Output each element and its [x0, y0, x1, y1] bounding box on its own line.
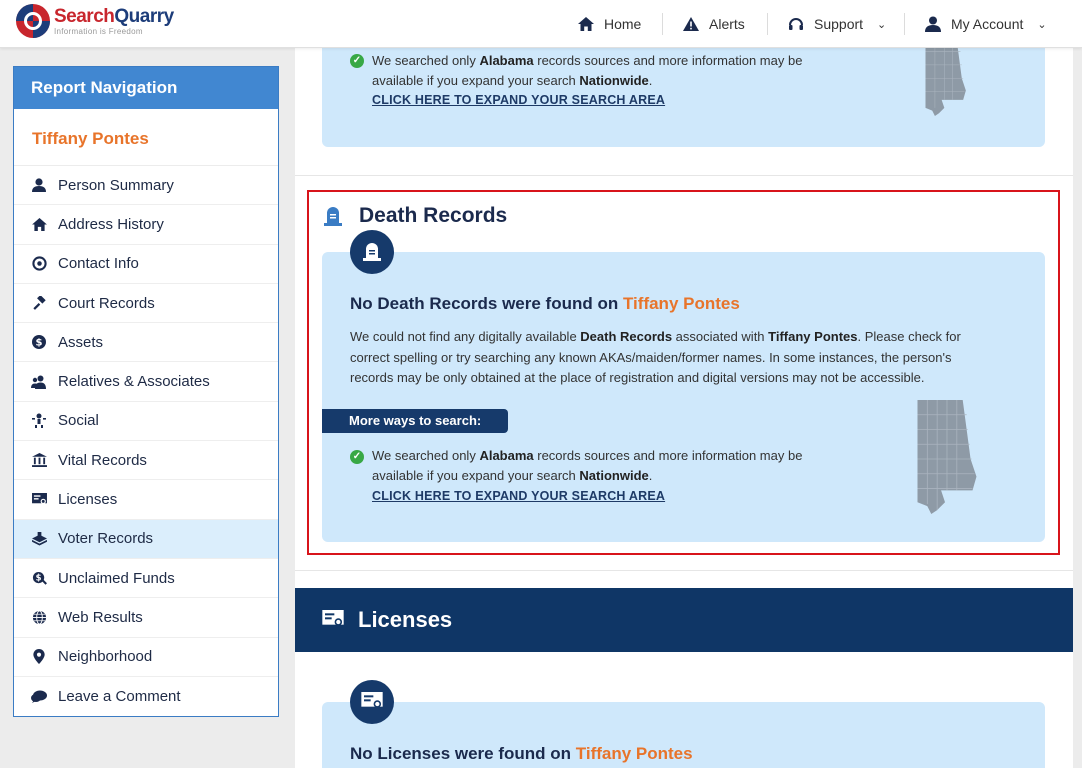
home-icon [578, 17, 594, 31]
comment-icon [30, 688, 48, 706]
sidebar-person-name[interactable]: Tiffany Pontes [14, 109, 278, 166]
chevron-down-icon: ⌄ [1037, 18, 1047, 31]
home-icon [30, 215, 48, 233]
sidebar-item-person-summary[interactable]: Person Summary [14, 166, 278, 206]
alert-icon [683, 17, 699, 31]
licenses-badge-icon [350, 680, 394, 724]
svg-text:$: $ [35, 572, 41, 582]
sidebar-item-label: Address History [58, 215, 164, 233]
sidebar-item-court-records[interactable]: Court Records [14, 284, 278, 324]
nav-support-label: Support [814, 16, 864, 32]
sidebar-item-contact-info[interactable]: Contact Info [14, 245, 278, 284]
user-icon [925, 16, 941, 32]
licenses-heading: No Licenses were found on Tiffany Pontes [350, 744, 693, 763]
sidebar-item-address-history[interactable]: Address History [14, 205, 278, 245]
report-navigation-sidebar: Report Navigation Tiffany Pontes Person … [13, 66, 279, 717]
certificate-icon [30, 491, 48, 509]
sidebar-item-label: Vital Records [58, 451, 147, 469]
logo-tagline: Information is Freedom [54, 26, 143, 36]
sidebar-item-voter-records[interactable]: Voter Records [14, 519, 278, 559]
nav-support[interactable]: Support ⌄ [788, 0, 886, 48]
sidebar-item-label: Court Records [58, 294, 155, 312]
sidebar-item-label: Leave a Comment [58, 688, 181, 705]
licenses-card: No Licenses were found on Tiffany Pontes [322, 702, 1045, 768]
globe-icon [30, 608, 48, 626]
sidebar-item-label: Neighborhood [58, 648, 153, 666]
at-phone-icon [30, 255, 48, 273]
dollar-icon: $ [30, 333, 48, 351]
check-icon: ✓ [350, 54, 364, 68]
chevron-down-icon: ⌄ [877, 18, 887, 31]
sidebar-item-label: Voter Records [58, 530, 154, 548]
nav-account-label: My Account [951, 16, 1024, 32]
expand-search-link[interactable]: CLICK HERE TO EXPAND YOUR SEARCH AREA [372, 93, 665, 107]
headset-icon [789, 17, 803, 30]
certificate-icon [322, 610, 344, 626]
report-main-content: ✓ We searched only Alabama records sourc… [295, 48, 1073, 768]
sidebar-item-unclaimed-funds[interactable]: $ Unclaimed Funds [14, 559, 278, 599]
highlight-box [307, 190, 1060, 555]
sidebar-item-label: Person Summary [58, 176, 174, 194]
alabama-map-icon [925, 48, 966, 116]
licenses-section-title: Licenses [358, 607, 453, 632]
search-area-card: ✓ We searched only Alabama records sourc… [322, 48, 1045, 147]
sidebar-item-relatives-associates[interactable]: Relatives & Associates [14, 362, 278, 402]
sidebar-item-label: Social [58, 412, 99, 430]
social-icon [30, 412, 48, 430]
sidebar-item-leave-a-comment[interactable]: Leave a Comment [14, 677, 278, 716]
sidebar-item-neighborhood[interactable]: Neighborhood [14, 638, 278, 677]
sidebar-item-label: Contact Info [58, 255, 139, 273]
gavel-icon [30, 294, 48, 312]
map-pin-icon [30, 648, 48, 666]
nav-alerts[interactable]: Alerts [683, 0, 745, 48]
search-area-text: We searched only Alabama records sources… [372, 53, 803, 88]
sidebar-item-social[interactable]: Social [14, 402, 278, 442]
sidebar-title: Report Navigation [14, 67, 278, 109]
sidebar-item-vital-records[interactable]: Vital Records [14, 441, 278, 481]
ballot-icon [30, 530, 48, 548]
nav-home[interactable]: Home [578, 0, 641, 48]
sidebar-item-label: Assets [58, 333, 104, 351]
sidebar-item-label: Unclaimed Funds [58, 569, 175, 587]
people-icon [30, 373, 48, 391]
sidebar-item-label: Relatives & Associates [58, 373, 210, 391]
searchquarry-logo[interactable]: SearchQuarry Information is Freedom [16, 4, 174, 38]
logo-mark-icon [16, 4, 50, 38]
nav-my-account[interactable]: My Account ⌄ [925, 0, 1047, 48]
bank-icon [30, 451, 48, 469]
person-icon [30, 176, 48, 194]
svg-text:$: $ [36, 338, 43, 349]
sidebar-item-assets[interactable]: $ Assets [14, 323, 278, 363]
licenses-section-header: Licenses [295, 588, 1073, 652]
top-header: SearchQuarry Information is Freedom Home… [0, 0, 1082, 48]
money-search-icon: $ [30, 569, 48, 587]
logo-name: SearchQuarry [54, 5, 174, 27]
sidebar-item-web-results[interactable]: Web Results [14, 598, 278, 638]
sidebar-item-licenses[interactable]: Licenses [14, 480, 278, 520]
sidebar-item-label: Web Results [58, 608, 143, 626]
nav-alerts-label: Alerts [709, 16, 745, 32]
nav-home-label: Home [604, 16, 642, 32]
sidebar-item-label: Licenses [58, 491, 118, 509]
